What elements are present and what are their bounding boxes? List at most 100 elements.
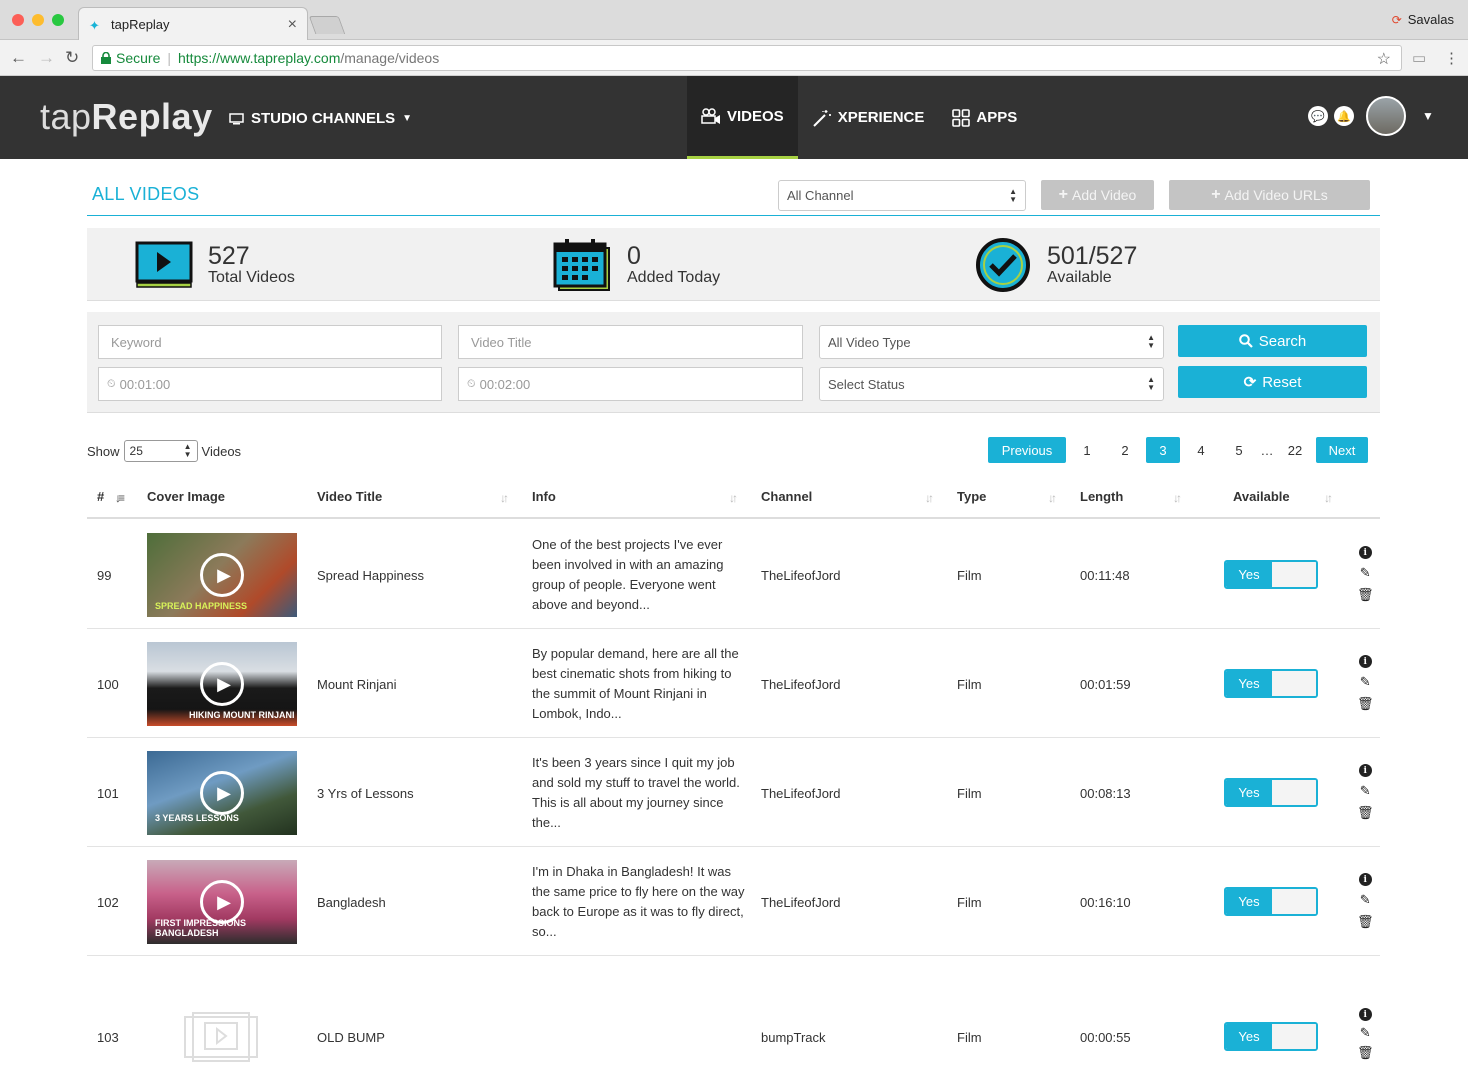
studio-channels-label: STUDIO CHANNELS [251,110,396,127]
page-3-button[interactable]: 3 [1146,437,1180,463]
select-arrows-icon: ▲ ▼ [1147,375,1155,392]
search-label: Search [1258,332,1307,350]
col-length[interactable]: Length [1080,489,1123,504]
trash-icon[interactable]: 🗑 [1357,696,1374,712]
user-menu-chevron-icon[interactable]: ▼ [1422,109,1434,123]
pencil-icon[interactable]: ✎ [1360,892,1371,908]
add-video-urls-button[interactable]: + Add Video URLs [1169,180,1370,210]
previous-page-button[interactable]: Previous [988,437,1066,463]
browser-menu-icon[interactable]: ⋮ [1444,49,1459,67]
page-size-control: Show 25 ▲ ▼ Videos [87,440,241,462]
browser-profile[interactable]: ⟳ Savalas [1392,12,1454,27]
page-4-button[interactable]: 4 [1184,437,1218,463]
studio-channels-dropdown[interactable]: STUDIO CHANNELS ▼ [229,110,412,127]
sort-icon[interactable]: ↓↑ [500,491,509,505]
secure-indicator[interactable]: Secure [101,50,160,66]
page-size-select[interactable]: 25 ▲ ▼ [123,440,198,462]
sort-icon[interactable]: ↓↑ [729,491,738,505]
page-2-button[interactable]: 2 [1108,437,1142,463]
extension-icon[interactable]: ▭ [1412,49,1426,67]
info-icon[interactable]: i [1358,873,1372,886]
video-thumbnail[interactable]: ▶ Hiking Mount Rinjani [147,642,297,726]
channel-select[interactable]: All Channel ▲ ▼ [778,180,1026,211]
minimize-window-button[interactable] [32,14,44,26]
available-toggle[interactable]: Yes [1224,560,1318,589]
pencil-icon[interactable]: ✎ [1360,565,1371,581]
col-info[interactable]: Info [532,489,556,504]
available-toggle[interactable]: Yes [1224,1022,1318,1051]
trash-icon[interactable]: 🗑 [1357,805,1374,821]
video-length: 00:11:48 [1080,568,1130,583]
chat-icon[interactable]: 💬 [1308,106,1328,126]
bookmark-star-icon[interactable]: ☆ [1377,49,1391,69]
available-toggle[interactable]: Yes [1224,669,1318,698]
info-icon[interactable]: i [1358,546,1372,559]
nav-videos[interactable]: VIDEOS [687,76,798,159]
keyword-input[interactable]: Keyword [98,325,442,359]
video-camera-icon [701,108,720,124]
trash-icon[interactable]: 🗑 [1357,914,1374,930]
col-type[interactable]: Type [957,489,986,504]
reset-button[interactable]: ⟳ Reset [1178,366,1367,398]
tab-close-icon[interactable]: × [288,16,297,34]
next-page-button[interactable]: Next [1316,437,1368,463]
video-type-select[interactable]: All Video Type ▲ ▼ [819,325,1164,359]
col-channel[interactable]: Channel [761,489,812,504]
col-available[interactable]: Available [1233,489,1290,504]
sort-icon[interactable]: ↓↑ [925,491,934,505]
maximize-window-button[interactable] [52,14,64,26]
add-video-button[interactable]: + Add Video [1041,180,1154,210]
play-icon[interactable]: ▶ [200,553,244,597]
calendar-icon [553,238,610,291]
video-thumbnail[interactable]: ▶ 3 Years Lessons [147,751,297,835]
available-toggle[interactable]: Yes [1224,778,1318,807]
play-icon[interactable]: ▶ [200,662,244,706]
new-tab-button[interactable] [308,16,346,34]
sort-desc-icon[interactable]: ↓≡ [115,491,125,505]
browser-tab[interactable]: ✦ tapReplay × [78,7,308,41]
available-toggle[interactable]: Yes [1224,887,1318,916]
nav-xperience-label: XPERIENCE [837,109,925,126]
play-icon[interactable]: ▶ [200,771,244,815]
tapreplay-logo[interactable]: tapReplay [40,96,213,138]
pencil-icon[interactable]: ✎ [1360,783,1371,799]
page-title: ALL VIDEOS [92,184,200,204]
nav-apps[interactable]: APPS [938,76,1031,159]
info-icon[interactable]: i [1358,1008,1372,1021]
sort-icon[interactable]: ↓↑ [1048,491,1057,505]
video-thumbnail[interactable]: ▶ Spread Happiness [147,533,297,617]
avatar[interactable] [1366,96,1406,136]
trash-icon[interactable]: 🗑 [1357,587,1374,603]
logo-bold-text: Replay [91,96,213,137]
col-title[interactable]: Video Title [317,489,382,504]
page-5-button[interactable]: 5 [1222,437,1256,463]
table-row: 100 ▶ Hiking Mount Rinjani Mount Rinjani… [87,629,1380,738]
sort-icon[interactable]: ↓↑ [1173,491,1182,505]
sort-icon[interactable]: ↓↑ [1324,491,1333,505]
page-22-button[interactable]: 22 [1278,437,1312,463]
pencil-icon[interactable]: ✎ [1360,1025,1371,1041]
reload-icon[interactable]: ↻ [65,48,79,68]
video-thumbnail[interactable]: ▶ First Impressions Bangladesh [147,860,297,944]
search-button[interactable]: Search [1178,325,1367,357]
forward-icon[interactable]: → [38,48,55,68]
nav-xperience[interactable]: XPERIENCE [798,76,939,159]
close-window-button[interactable] [12,14,24,26]
min-length-input[interactable]: ⏲ 00:01:00 [98,367,442,401]
info-icon[interactable]: i [1358,655,1372,668]
pencil-icon[interactable]: ✎ [1360,674,1371,690]
bell-icon[interactable]: 🔔 [1334,106,1354,126]
col-num[interactable]: # [97,489,104,504]
row-num: 103 [97,1030,119,1045]
video-title-input[interactable]: Video Title [458,325,803,359]
back-icon[interactable]: ← [10,48,27,68]
header-user-area: 💬 🔔 ▼ [1308,96,1434,136]
url-input[interactable]: Secure | https://www.tapreplay.com/manag… [92,45,1402,71]
info-icon[interactable]: i [1358,764,1372,777]
max-length-input[interactable]: ⏲ 00:02:00 [458,367,803,401]
add-video-urls-label: Add Video URLs [1224,187,1328,203]
page-1-button[interactable]: 1 [1070,437,1104,463]
status-select[interactable]: Select Status ▲ ▼ [819,367,1164,401]
trash-icon[interactable]: 🗑 [1357,1045,1374,1061]
video-channel: TheLifeofJord [761,895,841,910]
